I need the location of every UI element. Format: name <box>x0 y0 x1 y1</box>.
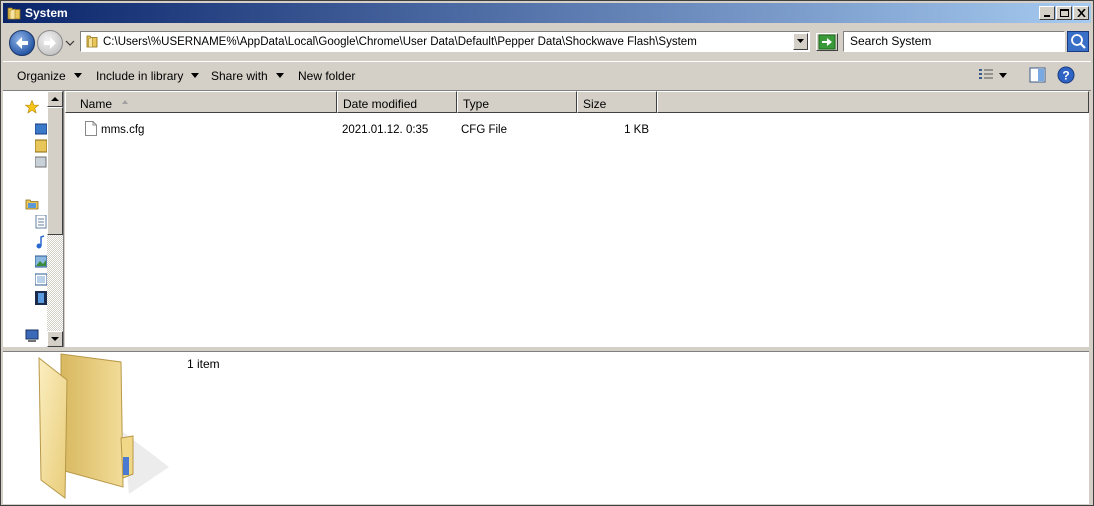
maximize-button[interactable] <box>1056 6 1072 20</box>
navigation-pane <box>3 91 64 347</box>
chevron-down-icon <box>797 39 804 43</box>
include-in-library-menu[interactable]: Include in library <box>96 69 200 83</box>
favorites-star-icon[interactable] <box>25 100 39 114</box>
arrow-left-icon <box>16 37 28 49</box>
search-icon <box>1071 34 1086 49</box>
folder-icon <box>86 35 98 48</box>
command-bar: Organize Include in library Share with N… <box>3 61 1091 91</box>
details-pane: 1 item <box>3 351 1089 504</box>
new-folder-button[interactable]: New folder <box>298 69 355 83</box>
minimize-icon <box>1044 15 1050 17</box>
column-header-type[interactable]: Type <box>457 91 577 113</box>
scroll-up-button[interactable] <box>47 91 63 107</box>
go-button[interactable] <box>816 33 838 51</box>
file-icon <box>85 121 97 136</box>
chevron-down-icon <box>191 73 200 78</box>
navigation-bar: C:\Users\%USERNAME%\AppData\Local\Google… <box>3 27 1091 59</box>
column-name-label: Name <box>80 97 113 111</box>
arrow-up-icon <box>51 97 59 101</box>
include-in-library-label: Include in library <box>96 69 184 83</box>
help-icon[interactable]: ? <box>1057 66 1075 84</box>
title-bar[interactable]: System <box>3 3 1091 23</box>
computer-icon[interactable] <box>25 329 39 343</box>
close-button[interactable] <box>1073 6 1089 20</box>
column-header-size[interactable]: Size <box>577 91 657 113</box>
column-header-name[interactable]: Name <box>65 91 337 113</box>
file-date-modified: 2021.01.12. 0:35 <box>342 124 429 136</box>
address-dropdown-button[interactable] <box>793 33 808 50</box>
maximize-icon <box>1060 9 1069 17</box>
item-count: 1 item <box>187 357 220 371</box>
file-type: CFG File <box>461 124 507 136</box>
column-size-label: Size <box>583 97 607 111</box>
sort-ascending-icon <box>122 100 129 104</box>
address-bar[interactable]: C:\Users\%USERNAME%\AppData\Local\Google… <box>80 31 810 52</box>
column-date-label: Date modified <box>343 97 418 111</box>
window-title: System <box>25 6 68 20</box>
svg-text:?: ? <box>1062 69 1069 83</box>
scroll-thumb[interactable] <box>47 107 63 235</box>
share-with-menu[interactable]: Share with <box>211 69 284 83</box>
file-name: mms.cfg <box>101 124 145 136</box>
share-with-label: Share with <box>211 69 268 83</box>
search-box[interactable] <box>843 31 1065 52</box>
forward-button[interactable] <box>37 30 63 56</box>
search-button[interactable] <box>1067 31 1089 52</box>
close-icon <box>1077 9 1086 17</box>
large-folder-icon <box>38 353 169 499</box>
view-details-icon[interactable] <box>978 68 994 82</box>
preview-pane-icon[interactable] <box>1029 67 1046 83</box>
minimize-button[interactable] <box>1039 6 1055 20</box>
recent-pages-dropdown[interactable] <box>65 37 75 49</box>
arrow-right-icon <box>44 37 56 49</box>
column-header-date-modified[interactable]: Date modified <box>337 91 457 113</box>
chevron-down-icon <box>73 73 82 78</box>
explorer-window: System C:\Users\%USERNAME%\AppData\Local… <box>0 0 1094 506</box>
column-type-label: Type <box>463 97 490 111</box>
navigation-scrollbar[interactable] <box>47 91 63 347</box>
arrow-down-icon <box>51 337 59 341</box>
back-button[interactable] <box>9 30 35 56</box>
organize-label: Organize <box>17 69 66 83</box>
column-header-filler <box>657 91 1089 113</box>
view-options-dropdown[interactable] <box>999 73 1007 78</box>
chevron-down-icon <box>275 73 284 78</box>
address-path: C:\Users\%USERNAME%\AppData\Local\Google… <box>103 36 697 48</box>
folder-icon <box>7 7 21 20</box>
go-arrow-icon <box>818 34 836 50</box>
scroll-down-button[interactable] <box>47 331 63 347</box>
file-list: Name Date modified Type Size mms.cfg 202… <box>65 91 1089 347</box>
file-size: 1 KB <box>624 124 649 136</box>
libraries-icon[interactable] <box>25 197 39 211</box>
search-input[interactable] <box>850 34 1050 48</box>
organize-menu[interactable]: Organize <box>17 69 82 83</box>
